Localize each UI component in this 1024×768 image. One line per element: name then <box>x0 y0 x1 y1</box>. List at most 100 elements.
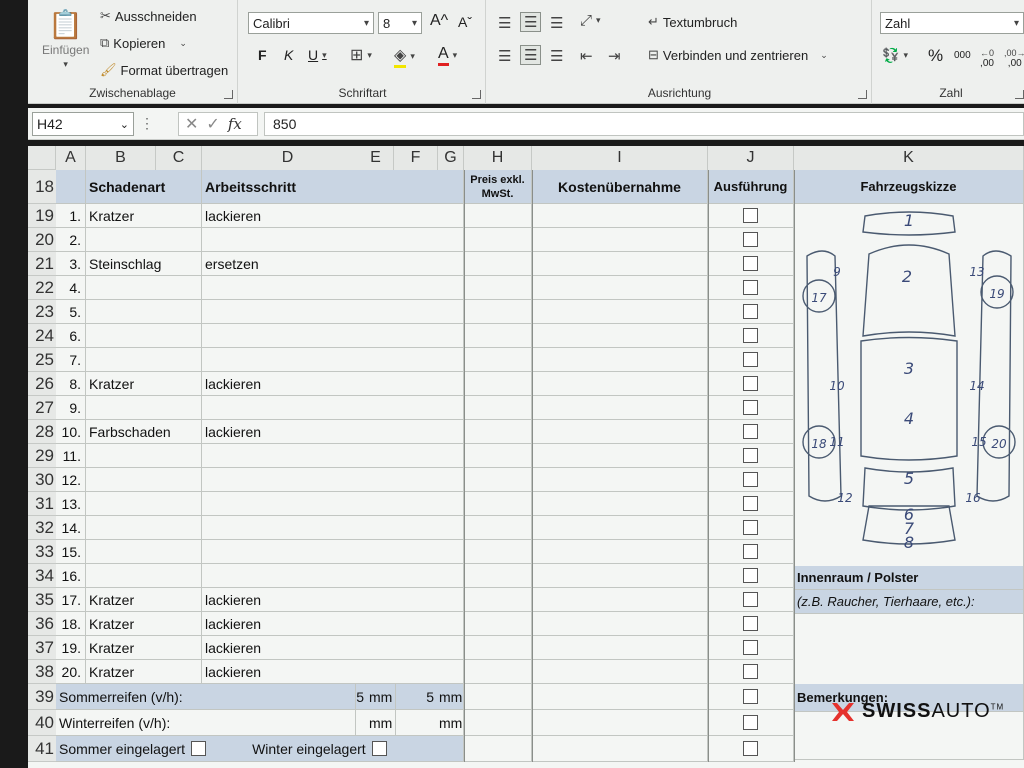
select-all-corner[interactable] <box>28 146 56 170</box>
preis-cell[interactable] <box>464 300 532 324</box>
ausfuehrung-checkbox[interactable] <box>743 520 758 535</box>
winter-stored-checkbox[interactable] <box>371 741 387 756</box>
font-name-select[interactable]: Calibri ▾ <box>248 12 374 34</box>
row-header[interactable]: 32 <box>28 516 56 540</box>
schadenart-cell[interactable] <box>86 324 202 348</box>
preis-cell[interactable] <box>464 444 532 468</box>
preis-cell[interactable] <box>464 420 532 444</box>
kosten-cell[interactable] <box>532 396 708 420</box>
schadenart-cell[interactable] <box>86 444 202 468</box>
column-header[interactable]: C <box>156 146 202 170</box>
row-header[interactable]: 33 <box>28 540 56 564</box>
ausfuehrung-checkbox[interactable] <box>743 328 758 343</box>
name-box[interactable]: H42 ⌄ <box>32 112 134 136</box>
preis-cell[interactable] <box>464 396 532 420</box>
kosten-cell[interactable] <box>532 228 708 252</box>
preis-cell[interactable] <box>464 348 532 372</box>
schadenart-cell[interactable] <box>86 540 202 564</box>
arbeitsschritt-cell[interactable] <box>202 492 464 516</box>
preis-cell[interactable] <box>464 710 532 736</box>
row-header[interactable]: 27 <box>28 396 56 420</box>
arbeitsschritt-cell[interactable]: lackieren <box>202 372 464 396</box>
increase-indent-button[interactable]: ⇥ <box>608 47 621 65</box>
row-header[interactable]: 21 <box>28 252 56 276</box>
row-header[interactable]: 19 <box>28 204 56 228</box>
row-number-cell[interactable]: 12. <box>56 468 86 492</box>
row-header[interactable]: 36 <box>28 612 56 636</box>
kosten-cell[interactable] <box>532 588 708 612</box>
arbeitsschritt-cell[interactable] <box>202 444 464 468</box>
row-number-cell[interactable]: 16. <box>56 564 86 588</box>
preis-cell[interactable] <box>464 252 532 276</box>
row-number-cell[interactable]: 13. <box>56 492 86 516</box>
schadenart-cell[interactable]: Kratzer <box>86 660 202 684</box>
column-header[interactable]: B <box>86 146 156 170</box>
kosten-cell[interactable] <box>532 636 708 660</box>
winter-rear-value[interactable] <box>396 710 436 736</box>
ausfuehrung-checkbox[interactable] <box>743 616 758 631</box>
grow-font-button[interactable]: A^ <box>430 12 448 30</box>
row-number-cell[interactable]: 15. <box>56 540 86 564</box>
row-header[interactable]: 24 <box>28 324 56 348</box>
kosten-cell[interactable] <box>532 564 708 588</box>
ausfuehrung-checkbox[interactable] <box>743 715 758 730</box>
preis-cell[interactable] <box>464 468 532 492</box>
bold-button[interactable]: F <box>258 47 267 63</box>
dialog-launcher-icon[interactable] <box>858 90 867 99</box>
schadenart-cell[interactable]: Steinschlag <box>86 252 202 276</box>
kosten-cell[interactable] <box>532 348 708 372</box>
column-header[interactable]: J <box>708 146 794 170</box>
kosten-cell[interactable] <box>532 300 708 324</box>
arbeitsschritt-cell[interactable]: lackieren <box>202 420 464 444</box>
ausfuehrung-checkbox[interactable] <box>743 280 758 295</box>
row-header[interactable]: 40 <box>28 710 56 736</box>
ausfuehrung-checkbox[interactable] <box>743 424 758 439</box>
row-header[interactable]: 41 <box>28 736 56 762</box>
font-color-button[interactable]: A ▾ <box>438 45 457 66</box>
row-header[interactable]: 30 <box>28 468 56 492</box>
font-size-select[interactable]: 8 ▾ <box>378 12 422 34</box>
preis-cell[interactable] <box>464 636 532 660</box>
schadenart-cell[interactable]: Kratzer <box>86 588 202 612</box>
row-header[interactable]: 28 <box>28 420 56 444</box>
fill-color-button[interactable]: ◈ ▾ <box>394 45 415 68</box>
winter-front-value[interactable] <box>356 710 366 736</box>
percent-button[interactable]: % <box>928 46 943 66</box>
schadenart-cell[interactable]: Kratzer <box>86 372 202 396</box>
kosten-cell[interactable] <box>532 736 708 762</box>
kosten-cell[interactable] <box>532 710 708 736</box>
column-header[interactable]: D <box>202 146 374 170</box>
arbeitsschritt-cell[interactable]: lackieren <box>202 204 464 228</box>
align-center-button[interactable]: ☰ <box>520 45 542 65</box>
kosten-cell[interactable] <box>532 276 708 300</box>
row-header[interactable]: 39 <box>28 684 56 710</box>
row-header[interactable]: 22 <box>28 276 56 300</box>
dialog-launcher-icon[interactable] <box>224 90 233 99</box>
preis-cell[interactable] <box>464 492 532 516</box>
arbeitsschritt-cell[interactable]: lackieren <box>202 636 464 660</box>
preis-cell[interactable] <box>464 564 532 588</box>
schadenart-cell[interactable] <box>86 348 202 372</box>
row-number-cell[interactable]: 17. <box>56 588 86 612</box>
row-number-cell[interactable]: 5. <box>56 300 86 324</box>
more-options-icon[interactable]: ⋮ <box>140 115 154 132</box>
kosten-cell[interactable] <box>532 540 708 564</box>
row-number-cell[interactable]: 14. <box>56 516 86 540</box>
kosten-cell[interactable] <box>532 492 708 516</box>
kosten-cell[interactable] <box>532 372 708 396</box>
kosten-cell[interactable] <box>532 516 708 540</box>
schadenart-cell[interactable]: Farbschaden <box>86 420 202 444</box>
italic-button[interactable]: K <box>284 47 293 63</box>
schadenart-cell[interactable] <box>86 468 202 492</box>
ausfuehrung-checkbox[interactable] <box>743 400 758 415</box>
arbeitsschritt-cell[interactable]: lackieren <box>202 612 464 636</box>
summer-stored-checkbox[interactable] <box>191 741 207 756</box>
dialog-launcher-icon[interactable] <box>472 90 481 99</box>
ausfuehrung-checkbox[interactable] <box>743 640 758 655</box>
row-number-cell[interactable]: 18. <box>56 612 86 636</box>
schadenart-cell[interactable] <box>86 564 202 588</box>
dialog-launcher-icon[interactable] <box>1015 90 1024 99</box>
borders-button[interactable]: ⊞ ▾ <box>350 45 372 65</box>
preis-cell[interactable] <box>464 516 532 540</box>
arbeitsschritt-cell[interactable] <box>202 276 464 300</box>
